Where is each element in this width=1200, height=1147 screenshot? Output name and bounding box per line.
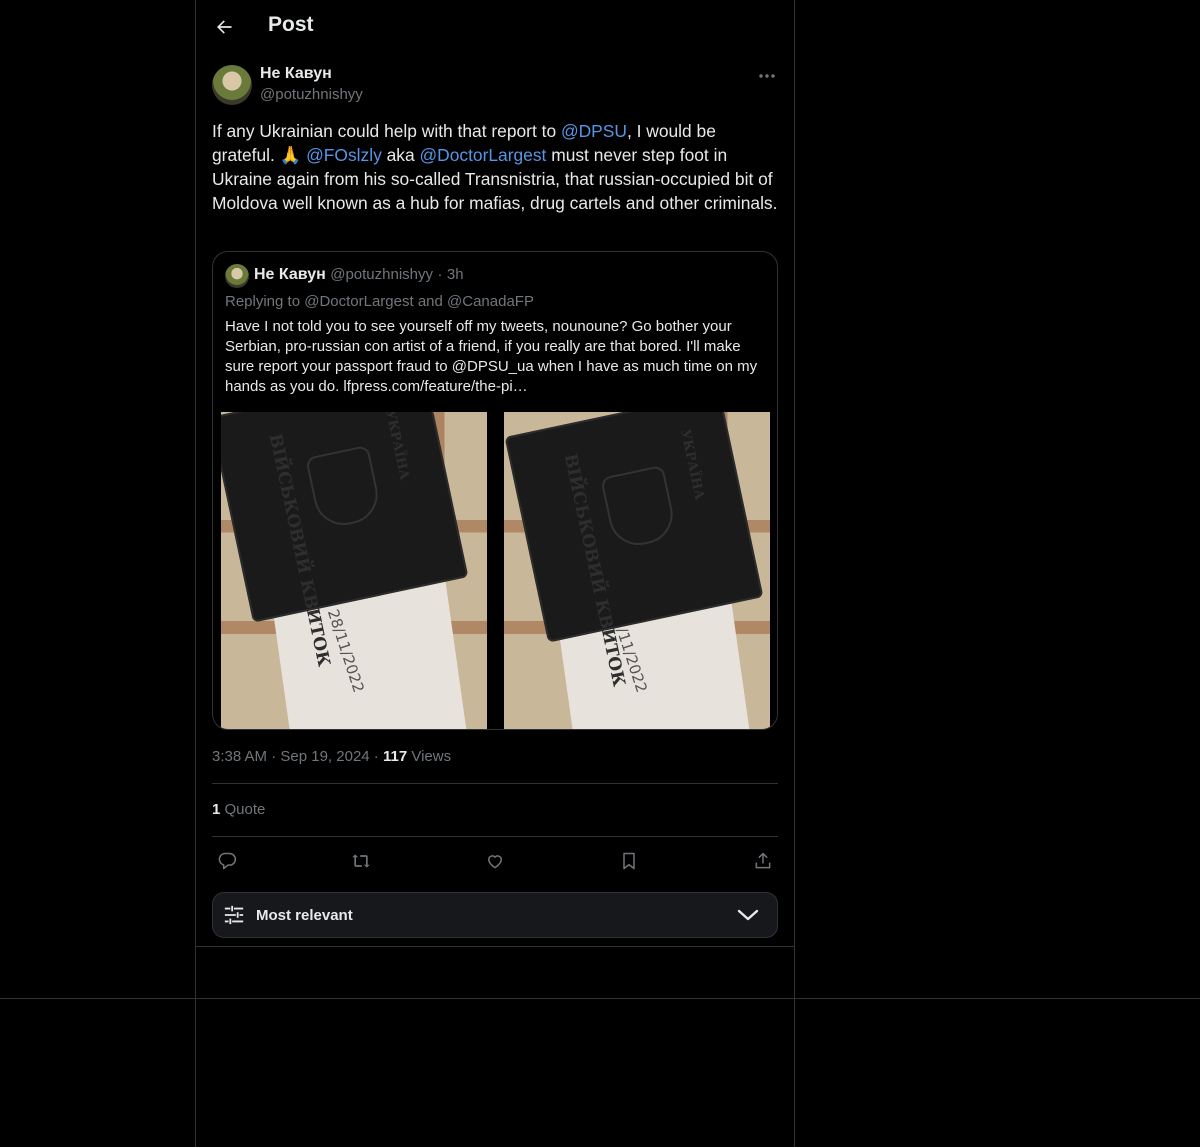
trident-emblem xyxy=(600,464,679,551)
views-label: Views xyxy=(407,748,452,765)
repost-button[interactable] xyxy=(349,849,373,873)
author-name[interactable]: Не Кавун xyxy=(260,65,332,83)
booklet-org: УКРАЇНА xyxy=(382,412,412,482)
booklet-org: УКРАЇНА xyxy=(677,428,707,502)
avatar[interactable] xyxy=(212,65,252,105)
post-date[interactable]: Sep 19, 2024 xyxy=(280,748,369,765)
more-options-button[interactable] xyxy=(756,67,778,85)
mention-link[interactable]: @DPSU xyxy=(561,121,627,141)
views-count: 117 xyxy=(382,748,408,765)
divider xyxy=(196,946,794,947)
quoted-post[interactable]: Не Кавун @potuzhnishyy · 3h Replying to … xyxy=(212,251,778,730)
mention-link[interactable]: @DoctorLargest xyxy=(419,145,546,165)
reply-button[interactable] xyxy=(215,849,239,873)
action-bar xyxy=(212,849,778,873)
quoted-time: 3h xyxy=(446,266,464,283)
post-text-segment: aka xyxy=(381,145,420,165)
mention-link[interactable]: @FOslzly xyxy=(306,145,382,165)
quote-label: Quote xyxy=(220,801,266,818)
separator-dot: · xyxy=(437,266,443,283)
quoted-avatar xyxy=(225,264,249,288)
sort-replies-dropdown[interactable]: Most relevant xyxy=(212,892,778,938)
column-border-left xyxy=(195,0,196,1147)
sort-label: Most relevant xyxy=(256,907,353,924)
post-text-segment: If any Ukrainian could help with that re… xyxy=(212,121,561,141)
quoted-header: Не Кавун @potuzhnishyy · 3h xyxy=(254,266,464,284)
post-text: If any Ukrainian could help with that re… xyxy=(212,119,778,215)
back-arrow-icon xyxy=(217,20,232,34)
post-author: Не Кавун @potuzhnishyy xyxy=(212,65,778,107)
share-button[interactable] xyxy=(751,849,775,873)
quotes-link[interactable]: 1 Quote xyxy=(212,801,265,818)
chevron-down-icon xyxy=(737,909,759,921)
post-time[interactable]: 3:38 AM xyxy=(212,748,267,765)
sliders-icon xyxy=(224,905,244,925)
post-meta: 3:38 AM · Sep 19, 2024 · 117 Views xyxy=(212,748,451,765)
bookmark-button[interactable] xyxy=(617,849,641,873)
separator-dot: · xyxy=(369,748,383,765)
reply-icon xyxy=(218,852,237,870)
back-button[interactable] xyxy=(210,13,238,41)
share-icon xyxy=(755,852,771,869)
author-handle[interactable]: @potuzhnishyy xyxy=(260,86,363,103)
header: Post xyxy=(196,0,794,54)
quoted-image-1[interactable]: 28/11/2022 ВІЙСЬКОВИЙ КВИТОК УКРАЇНА xyxy=(221,412,487,729)
divider xyxy=(0,998,1200,999)
quoted-text: Have I not told you to see yourself off … xyxy=(225,318,758,395)
quoted-author-name: Не Кавун xyxy=(254,266,326,283)
repost-icon xyxy=(352,854,370,868)
like-icon xyxy=(488,855,502,869)
separator-dot: · xyxy=(267,748,281,765)
replying-to: Replying to @DoctorLargest and @CanadaFP xyxy=(225,293,534,310)
divider xyxy=(212,836,778,837)
page-title: Post xyxy=(268,13,314,36)
quoted-author-handle: @potuzhnishyy xyxy=(330,266,433,283)
more-horizontal-icon xyxy=(759,74,775,78)
trident-emblem xyxy=(305,444,384,531)
divider xyxy=(212,783,778,784)
bookmark-icon xyxy=(623,852,635,870)
quoted-image-2[interactable]: 28/11/2022 ВІЙСЬКОВИЙ КВИТОК УКРАЇНА xyxy=(504,412,770,729)
like-button[interactable] xyxy=(483,849,507,873)
column-border-right xyxy=(794,0,795,1147)
